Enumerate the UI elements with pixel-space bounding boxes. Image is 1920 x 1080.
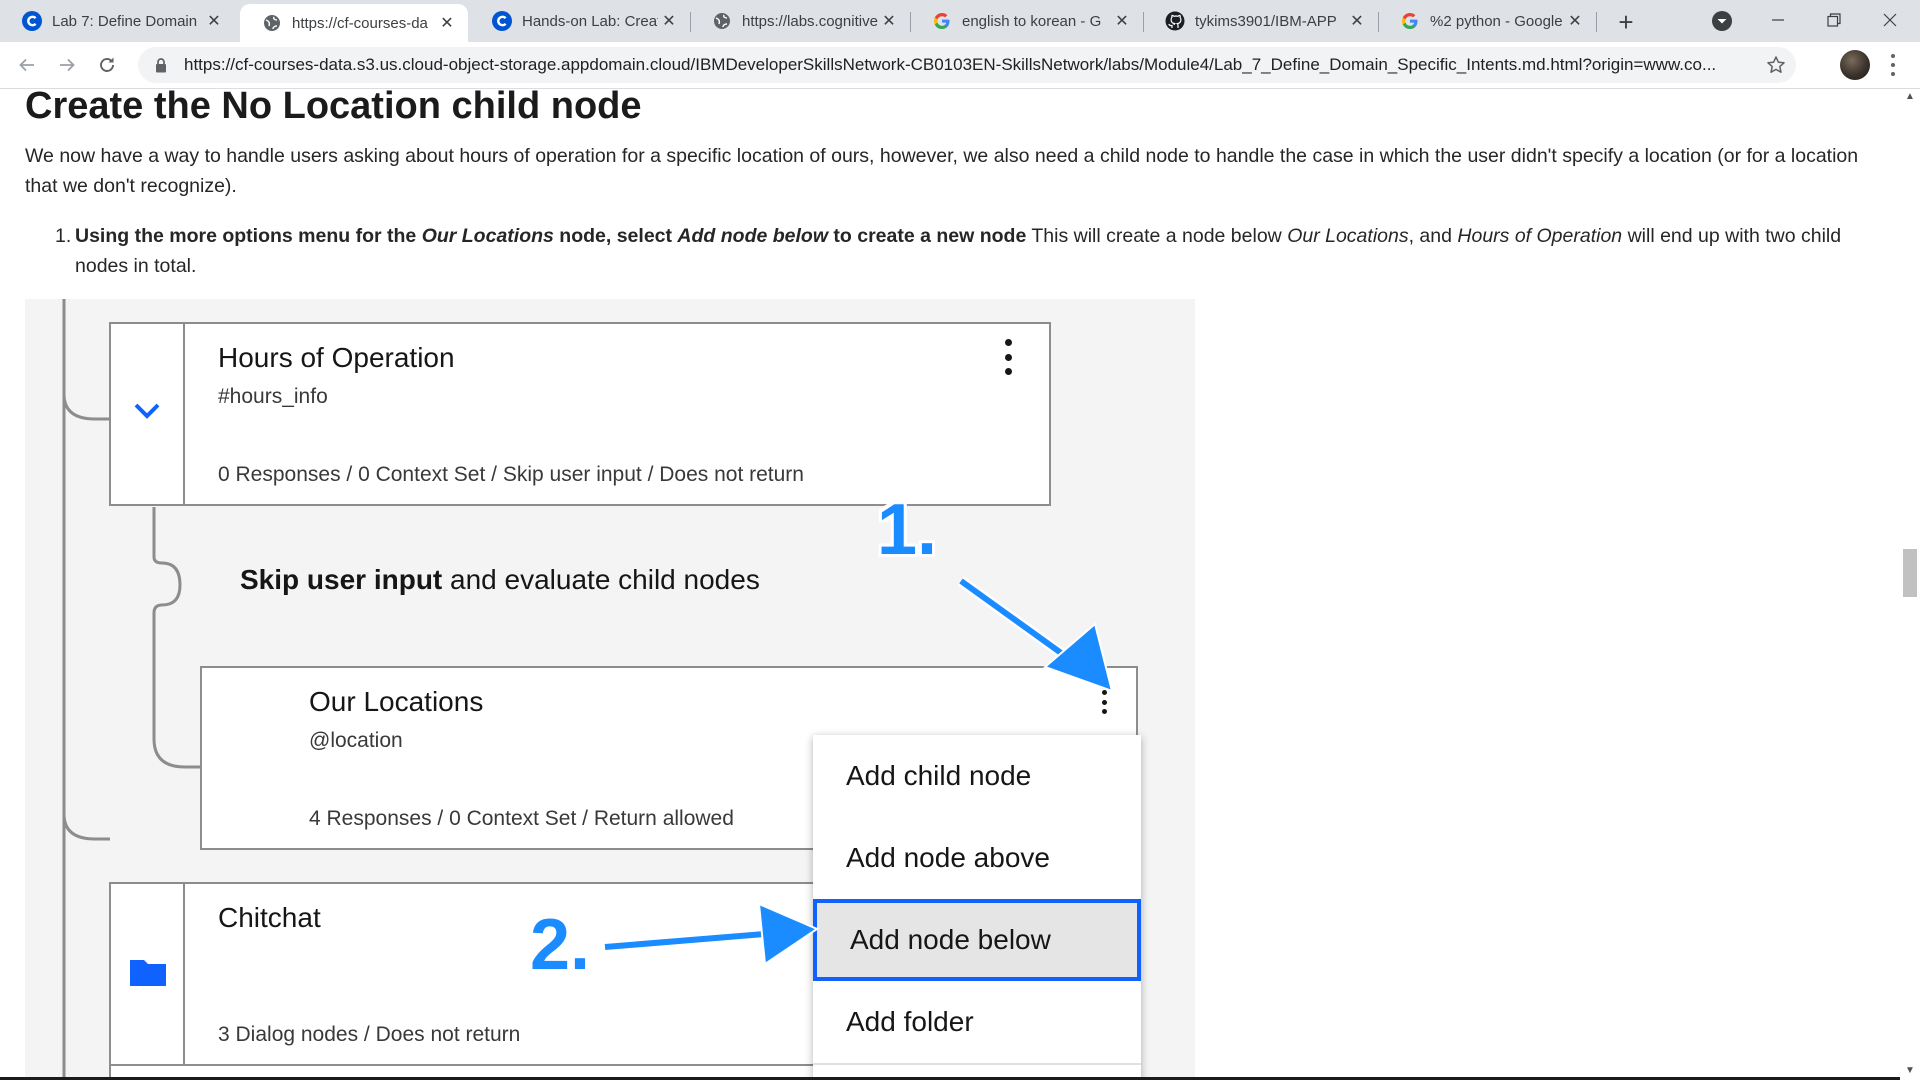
tab-title: https://labs.cognitive <box>742 12 878 30</box>
skip-rest: and evaluate child nodes <box>442 564 760 595</box>
tab-cf-courses[interactable]: https://cf-courses-da ✕ <box>240 4 468 42</box>
tab-title: english to korean - G <box>962 12 1102 30</box>
globe-icon <box>262 13 282 33</box>
node-meta: 3 Dialog nodes / Does not return <box>218 1023 521 1046</box>
close-icon <box>1883 13 1897 27</box>
step-text: , and <box>1408 225 1458 247</box>
coursera-c-icon <box>22 11 42 31</box>
tab-title: Hands-on Lab: Creati <box>522 12 658 30</box>
chevron-down-icon <box>1712 11 1732 31</box>
lock-icon[interactable] <box>152 56 170 74</box>
menu-divider <box>813 1063 1141 1065</box>
restore-icon <box>1827 13 1841 27</box>
step-italic: Our Locations <box>1287 225 1409 247</box>
google-g-icon <box>1400 11 1420 31</box>
reload-icon <box>100 57 114 72</box>
node-options-menu: Add child node Add node above Add node b… <box>813 735 1141 1080</box>
minimize-button[interactable] <box>1750 0 1806 40</box>
tab-separator <box>1596 12 1597 32</box>
chevron-down-icon[interactable] <box>133 400 161 420</box>
tab-github[interactable]: tykims3901/IBM-APP ✕ <box>1143 0 1378 42</box>
close-icon[interactable]: ✕ <box>878 10 900 32</box>
menu-item-add-folder[interactable]: Add folder <box>813 981 1141 1063</box>
arrow-left-icon <box>19 58 34 72</box>
node-entity: @location <box>309 729 403 752</box>
back-button[interactable] <box>12 50 42 80</box>
close-icon[interactable]: ✕ <box>1111 10 1133 32</box>
hours-of-operation-node[interactable]: Hours of Operation #hours_info 0 Respons… <box>109 322 1051 506</box>
skip-bold: Skip user input <box>240 564 443 595</box>
close-window-button[interactable] <box>1862 0 1918 40</box>
node-meta: 4 Responses / 0 Context Set / Return all… <box>309 807 734 830</box>
node-title: Chitchat <box>218 902 321 933</box>
step-number: 1. <box>55 225 72 247</box>
close-icon[interactable]: ✕ <box>658 10 680 32</box>
browser-menu-button[interactable] <box>1884 52 1902 78</box>
close-icon[interactable]: ✕ <box>1346 10 1368 32</box>
scrollbar-thumb[interactable] <box>1903 549 1917 597</box>
step-bold-text: Using the more options menu for the <box>75 225 422 247</box>
node-title: Hours of Operation <box>218 342 455 373</box>
node-meta: 0 Responses / 0 Context Set / Skip user … <box>218 463 804 486</box>
tab-strip: Lab 7: Define Domain ✕ https://cf-course… <box>0 0 1920 42</box>
page-title: Create the No Location child node <box>25 89 642 127</box>
scroll-up-arrow-icon[interactable]: ▲ <box>1904 91 1916 103</box>
menu-item-add-child-node[interactable]: Add child node <box>813 735 1141 817</box>
skip-user-input-label: Skip user input and evaluate child nodes <box>240 564 760 596</box>
tab-python-google[interactable]: %2 python - Google ✕ <box>1378 0 1596 42</box>
node-expand-column[interactable] <box>111 324 185 504</box>
node-folder-column <box>111 884 185 1064</box>
globe-icon <box>712 11 732 31</box>
more-options-icon[interactable] <box>1100 690 1108 714</box>
github-icon <box>1165 11 1185 31</box>
address-bar[interactable]: https://cf-courses-data.s3.us.cloud-obje… <box>138 47 1796 83</box>
callout-number-1: 1. <box>877 490 938 570</box>
vertical-scrollbar[interactable]: ▲ ▼ <box>1900 89 1920 1080</box>
step-bold-text: to create a new node <box>828 225 1027 247</box>
reload-button[interactable] <box>92 50 122 80</box>
node-intent: #hours_info <box>218 385 328 408</box>
step-bold-italic: Add node below <box>677 225 828 247</box>
url-text[interactable]: https://cf-courses-data.s3.us.cloud-obje… <box>184 55 1754 75</box>
tab-title: %2 python - Google <box>1430 12 1563 30</box>
intro-paragraph: We now have a way to handle users asking… <box>25 145 1859 197</box>
more-options-icon[interactable] <box>1004 339 1012 375</box>
tab-labs-cognitive[interactable]: https://labs.cognitive ✕ <box>690 0 910 42</box>
menu-item-add-node-above[interactable]: Add node above <box>813 817 1141 899</box>
browser-toolbar: https://cf-courses-data.s3.us.cloud-obje… <box>0 42 1920 89</box>
profile-avatar[interactable] <box>1840 50 1870 80</box>
folder-icon <box>130 960 166 986</box>
step-italic: Hours of Operation <box>1457 225 1623 247</box>
arrow-right-icon <box>60 58 75 72</box>
dialog-tree-screenshot: Hours of Operation #hours_info 0 Respons… <box>25 299 1195 1080</box>
scroll-down-arrow-icon[interactable]: ▼ <box>1904 1065 1916 1077</box>
tab-search-button[interactable] <box>1710 9 1734 33</box>
node-title: Our Locations <box>309 686 484 717</box>
forward-button[interactable] <box>52 50 82 80</box>
tab-hands-on-lab[interactable]: Hands-on Lab: Creati ✕ <box>470 0 690 42</box>
step-text: This will create a node below <box>1026 225 1288 247</box>
step-body: Using the more options menu for the Our … <box>75 221 1870 281</box>
step-bold-text: node, select <box>553 225 678 247</box>
menu-item-add-node-below[interactable]: Add node below <box>813 899 1141 981</box>
google-g-icon <box>932 11 952 31</box>
tab-title: https://cf-courses-da <box>292 14 428 32</box>
close-icon[interactable]: ✕ <box>203 10 225 32</box>
tab-title: tykims3901/IBM-APP <box>1195 12 1337 30</box>
minimize-icon <box>1772 19 1784 21</box>
step-bold-italic: Our Locations <box>421 225 554 247</box>
close-icon[interactable]: ✕ <box>1564 10 1586 32</box>
more-options-button[interactable] <box>1073 668 1136 738</box>
page-content: Create the No Location child node We now… <box>0 89 1900 1080</box>
tab-english-to-korean[interactable]: english to korean - G ✕ <box>910 0 1143 42</box>
tab-lab7[interactable]: Lab 7: Define Domain ✕ <box>0 0 235 42</box>
callout-number-2: 2. <box>530 905 591 985</box>
restore-button[interactable] <box>1806 0 1862 40</box>
tab-title: Lab 7: Define Domain <box>52 12 198 30</box>
bookmark-star-icon[interactable] <box>1764 53 1788 77</box>
coursera-c-icon <box>492 11 512 31</box>
instruction-step: 1. Using the more options menu for the O… <box>55 221 1870 281</box>
new-tab-button[interactable]: + <box>1612 7 1640 37</box>
close-icon[interactable]: ✕ <box>436 12 458 34</box>
